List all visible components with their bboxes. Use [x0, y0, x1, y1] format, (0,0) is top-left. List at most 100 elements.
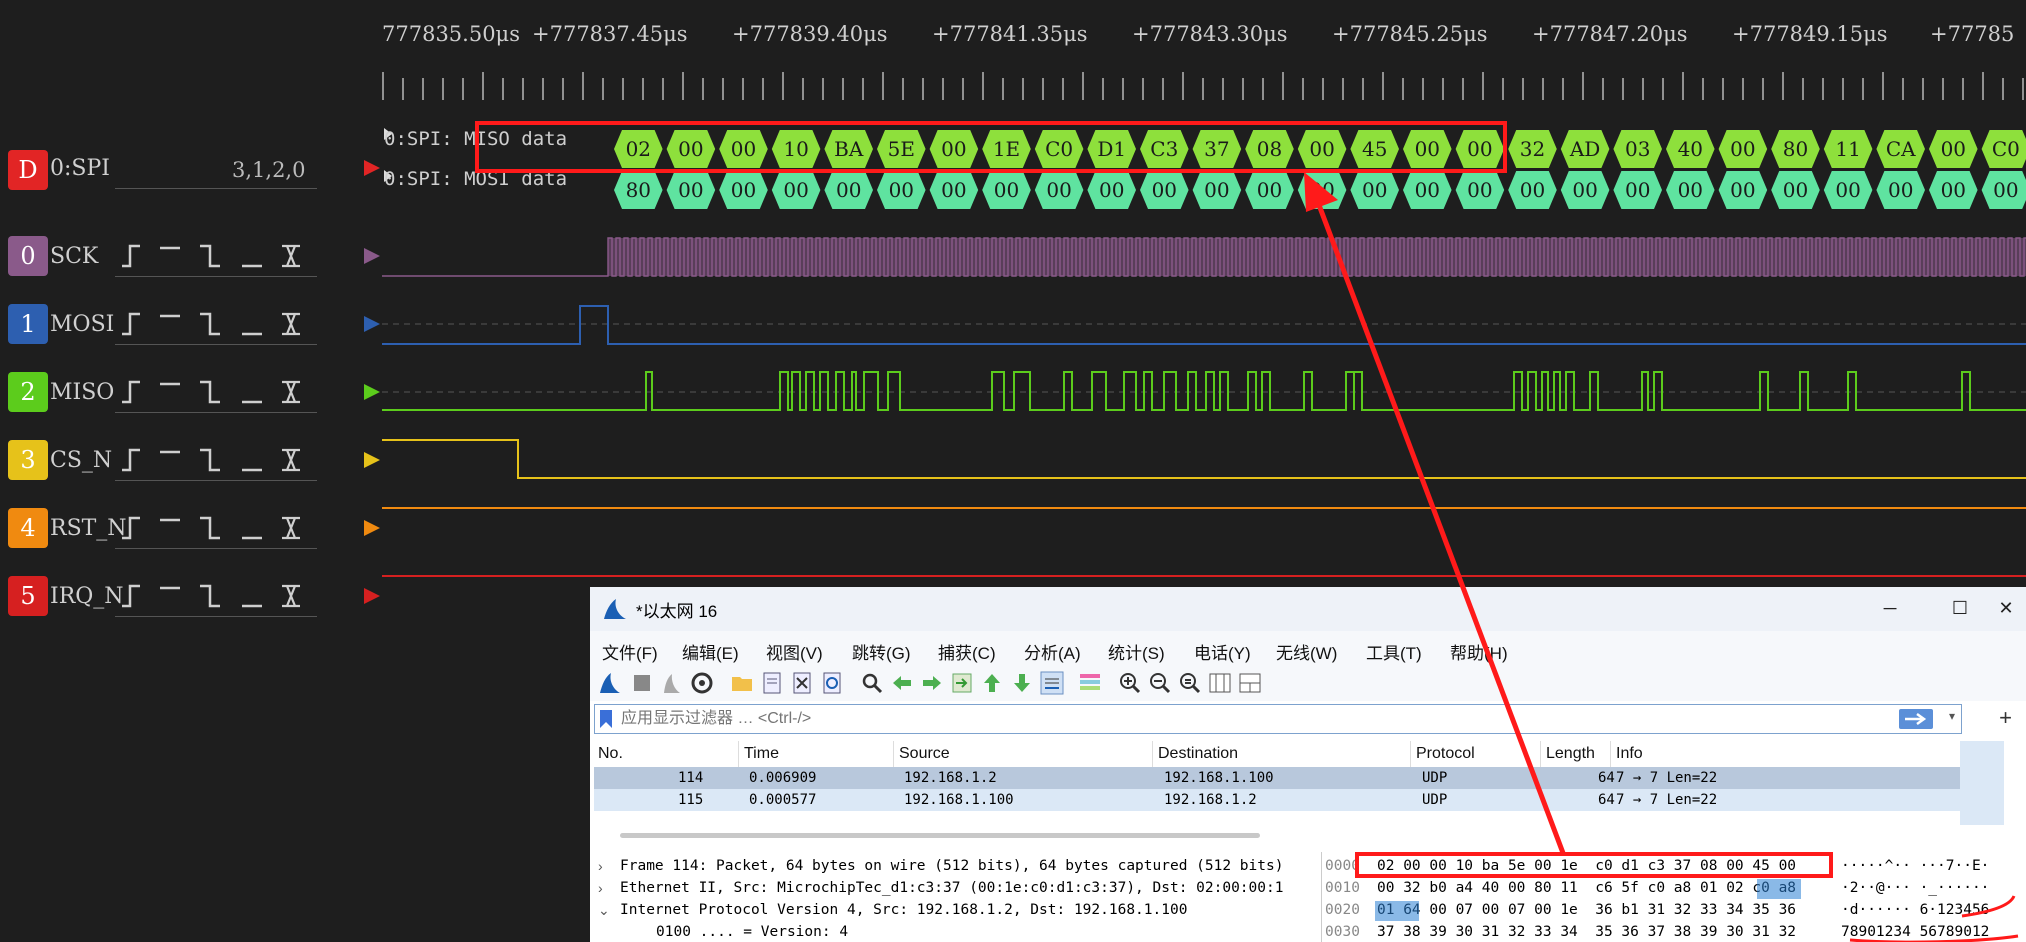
column-header[interactable]: Protocol: [1416, 745, 1475, 763]
trigger-selector[interactable]: [118, 242, 318, 272]
spi-decoder-badge[interactable]: D: [8, 150, 48, 190]
minimize-button[interactable]: ─: [1870, 593, 1910, 623]
mosi-row-label[interactable]: 0:SPI: MOSI data: [384, 168, 567, 190]
open-file-icon[interactable]: [730, 671, 754, 695]
save-file-icon[interactable]: [760, 671, 784, 695]
any-edge-icon[interactable]: [282, 584, 300, 608]
hex-ascii[interactable]: ·2··@··· ·_······: [1841, 880, 1989, 896]
channel-name[interactable]: IRQ_N: [50, 584, 124, 609]
detail-tree-item[interactable]: Frame 114: Packet, 64 bytes on wire (512…: [620, 858, 1283, 874]
go-back-icon[interactable]: [890, 671, 914, 695]
resize-columns-icon[interactable]: [1208, 671, 1232, 695]
menu-item[interactable]: 帮助(H): [1450, 639, 1508, 664]
spi-decoder-name[interactable]: 0:SPI: [50, 156, 110, 181]
rising-edge-icon[interactable]: [122, 584, 140, 608]
channel-name[interactable]: SCK: [50, 244, 98, 269]
menu-item[interactable]: 分析(A): [1024, 639, 1081, 664]
packet-row[interactable]: 115 0.000577 192.168.1.100 192.168.1.2 UDP 64…: [594, 789, 1960, 811]
capture-options-icon[interactable]: [690, 671, 714, 695]
trigger-selector[interactable]: [118, 582, 318, 612]
column-separator[interactable]: [1410, 741, 1411, 767]
autoscroll-icon[interactable]: [1040, 671, 1064, 695]
any-edge-icon[interactable]: [282, 312, 300, 336]
close-button[interactable]: ✕: [1986, 593, 2026, 623]
horizontal-scrollbar[interactable]: [620, 833, 1260, 838]
column-header[interactable]: Length: [1546, 745, 1595, 763]
zoom-out-icon[interactable]: [1148, 671, 1172, 695]
hex-bytes[interactable]: 02 00 00 10 ba 5e 00 1e c0 d1 c3 37 08 0…: [1377, 858, 1796, 874]
find-packet-icon[interactable]: [860, 671, 884, 695]
normal-size-icon[interactable]: [1178, 671, 1202, 695]
bookmark-icon[interactable]: [599, 709, 613, 729]
falling-edge-icon[interactable]: [200, 448, 220, 472]
trigger-selector[interactable]: [118, 378, 318, 408]
any-edge-icon[interactable]: [282, 448, 300, 472]
menu-item[interactable]: 捕获(C): [938, 639, 996, 664]
menu-item[interactable]: 电话(Y): [1194, 639, 1251, 664]
column-header[interactable]: Source: [899, 745, 950, 763]
expand-arrow-icon[interactable]: ›: [598, 858, 603, 874]
rising-edge-icon[interactable]: [122, 448, 140, 472]
last-packet-icon[interactable]: [1010, 671, 1034, 695]
column-separator[interactable]: [1152, 741, 1153, 767]
maximize-button[interactable]: ☐: [1940, 593, 1980, 623]
close-file-icon[interactable]: [790, 671, 814, 695]
column-header[interactable]: Info: [1616, 745, 1643, 763]
add-filter-button-icon[interactable]: +: [1999, 705, 2012, 731]
restart-capture-icon[interactable]: [660, 671, 684, 695]
falling-edge-icon[interactable]: [200, 380, 220, 404]
menu-item[interactable]: 文件(F): [602, 639, 658, 664]
miso-row-label[interactable]: 0:SPI: MISO data: [384, 128, 567, 150]
channel-badge[interactable]: 0: [8, 236, 48, 276]
column-separator[interactable]: [1540, 741, 1541, 767]
menu-item[interactable]: 工具(T): [1366, 639, 1422, 664]
falling-edge-icon[interactable]: [200, 584, 220, 608]
trigger-selector[interactable]: [118, 446, 318, 476]
reload-file-icon[interactable]: [820, 671, 844, 695]
hex-ascii[interactable]: ·d······ 6·123456: [1841, 902, 1989, 918]
falling-edge-icon[interactable]: [200, 312, 220, 336]
hex-bytes[interactable]: 37 38 39 30 31 32 33 34 35 36 37 38 39 3…: [1377, 924, 1796, 940]
menu-item[interactable]: 统计(S): [1108, 639, 1165, 664]
column-separator[interactable]: [1610, 741, 1611, 767]
menu-item[interactable]: 无线(W): [1276, 639, 1337, 664]
start-capture-icon[interactable]: [598, 671, 622, 695]
detail-tree-item[interactable]: Internet Protocol Version 4, Src: 192.16…: [620, 902, 1187, 918]
hex-ascii[interactable]: 78901234 56789012: [1841, 924, 1989, 940]
channel-name[interactable]: MOSI: [50, 312, 114, 337]
filter-dropdown-icon[interactable]: ▾: [1949, 709, 1955, 723]
hex-bytes[interactable]: 01 64 00 07 00 07 00 1e 36 b1 31 32 33 3…: [1377, 902, 1796, 918]
pane-divider[interactable]: [1321, 852, 1322, 942]
expand-arrow-icon[interactable]: ›: [598, 880, 603, 896]
apply-filter-arrow-icon[interactable]: [1899, 709, 1933, 729]
first-packet-icon[interactable]: [980, 671, 1004, 695]
menu-item[interactable]: 编辑(E): [682, 639, 739, 664]
channel-name[interactable]: MISO: [50, 380, 114, 405]
channel-name[interactable]: CS_N: [50, 448, 112, 473]
rising-edge-icon[interactable]: [122, 244, 140, 268]
go-forward-icon[interactable]: [920, 671, 944, 695]
column-header[interactable]: No.: [598, 745, 623, 763]
packet-layout-icon[interactable]: [1238, 671, 1262, 695]
rising-edge-icon[interactable]: [122, 380, 140, 404]
channel-name[interactable]: RST_N: [50, 516, 127, 541]
detail-tree-item[interactable]: Ethernet II, Src: MicrochipTec_d1:c3:37 …: [620, 880, 1283, 896]
rising-edge-icon[interactable]: [122, 516, 140, 540]
any-edge-icon[interactable]: [282, 516, 300, 540]
trigger-selector[interactable]: [118, 514, 318, 544]
column-header[interactable]: Time: [744, 745, 779, 763]
channel-badge[interactable]: 2: [8, 372, 48, 412]
channel-badge[interactable]: 5: [8, 576, 48, 616]
any-edge-icon[interactable]: [282, 380, 300, 404]
colorize-icon[interactable]: [1078, 671, 1102, 695]
falling-edge-icon[interactable]: [200, 244, 220, 268]
stop-capture-icon[interactable]: [630, 671, 654, 695]
trigger-selector[interactable]: [118, 310, 318, 340]
zoom-in-icon[interactable]: [1118, 671, 1142, 695]
collapse-arrow-icon[interactable]: ⌄: [598, 902, 610, 919]
falling-edge-icon[interactable]: [200, 516, 220, 540]
column-header[interactable]: Destination: [1158, 745, 1238, 763]
menu-item[interactable]: 跳转(G): [852, 639, 911, 664]
packet-row[interactable]: 114 0.006909 192.168.1.2 192.168.1.100 UDP 64…: [594, 767, 1960, 789]
channel-badge[interactable]: 1: [8, 304, 48, 344]
